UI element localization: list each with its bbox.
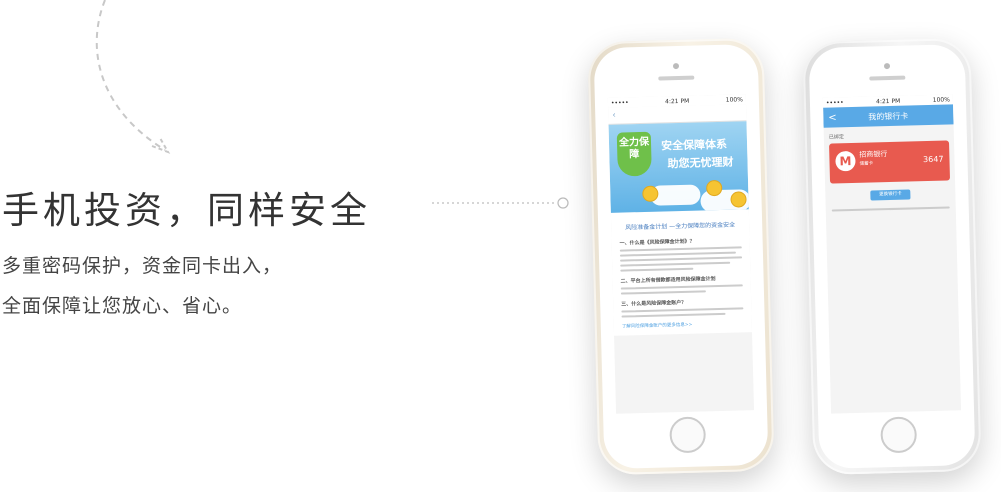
text-line [620, 290, 707, 295]
front-camera [883, 62, 891, 70]
text-line [620, 256, 743, 262]
status-time: 4:21 PM [665, 97, 690, 105]
bank-logo-icon: M [835, 150, 856, 172]
dashed-curve-decoration [95, 0, 171, 154]
signal-icon: ••••• [610, 98, 629, 107]
text-line [621, 307, 744, 313]
back-icon[interactable]: ‹ [612, 111, 616, 121]
article-title: 风险准备金计划 —全力保障您的资金安全 [625, 221, 736, 232]
phone-mockup-silver: ••••• 4:21 PM 100% < 我的银行卡 已绑定 M 招商银行 储蓄… [802, 37, 982, 476]
change-card-button[interactable]: 更换银行卡 [870, 189, 911, 201]
banner-subtitle: 助您无忧理财 [667, 155, 734, 171]
status-time: 4:21 PM [876, 97, 901, 105]
more-info-link[interactable]: 了解风险保障金账户的更多信息>> [622, 320, 744, 330]
home-button[interactable] [669, 416, 707, 454]
dotted-connector [432, 197, 569, 209]
text-line [620, 267, 694, 272]
home-button[interactable] [880, 416, 918, 454]
bank-card[interactable]: M 招商银行 储蓄卡 3647 [829, 140, 951, 184]
text-line [620, 261, 731, 267]
nav-bar: < 我的银行卡 [823, 104, 954, 128]
phone-bezel: ••••• 4:21 PM 100% ‹ 全力保障 安全保障体系 助您无忧理财 … [593, 43, 769, 470]
phone-mockup-gold: ••••• 4:21 PM 100% ‹ 全力保障 安全保障体系 助您无忧理财 … [587, 37, 775, 476]
phone-bezel: ••••• 4:21 PM 100% < 我的银行卡 已绑定 M 招商银行 储蓄… [808, 44, 976, 469]
phone-screen-security: ••••• 4:21 PM 100% ‹ 全力保障 安全保障体系 助您无忧理财 … [607, 94, 755, 414]
text-line [621, 312, 726, 318]
banner-title: 安全保障体系 [660, 137, 728, 153]
text-line [619, 251, 736, 257]
promo-line-1: 多重密码保护，资金同卡出入， [2, 255, 283, 277]
battery-level: 100% [932, 95, 950, 104]
back-icon[interactable]: < [828, 112, 837, 123]
signal-icon: ••••• [825, 98, 844, 107]
battery-level: 100% [725, 95, 743, 104]
article-section-1: 一、什么是《风险保障金计划》？ [619, 238, 695, 247]
promo-heading: 手机投资，同样安全 [2, 189, 371, 232]
speaker [658, 75, 695, 81]
article-section-3: 三、什么是风险保障金账户？ [621, 299, 687, 308]
text-line [620, 284, 743, 290]
article: 风险准备金计划 —全力保障您的资金安全 一、什么是《风险保障金计划》？ 二、平台… [610, 209, 753, 336]
front-camera [672, 62, 680, 70]
text-line [619, 246, 742, 252]
card-tail-number: 3647 [922, 154, 944, 165]
speaker [869, 75, 906, 81]
tip-text [831, 206, 950, 212]
shield-badge-icon: 全力保障 [616, 131, 652, 177]
text-line [831, 206, 950, 212]
phone-screen-bank-card: ••••• 4:21 PM 100% < 我的银行卡 已绑定 M 招商银行 储蓄… [822, 94, 962, 414]
article-section-2: 二、平台上所有借款都适用风险保障金计划 [620, 276, 716, 285]
promo-line-2: 全面保障让您放心、省心。 [2, 295, 243, 317]
security-banner: 全力保障 安全保障体系 助您无忧理财 [608, 121, 749, 213]
card-type: 储蓄卡 [859, 161, 874, 167]
nav-title: 我的银行卡 [868, 111, 909, 122]
bank-name: 招商银行 [859, 150, 888, 159]
